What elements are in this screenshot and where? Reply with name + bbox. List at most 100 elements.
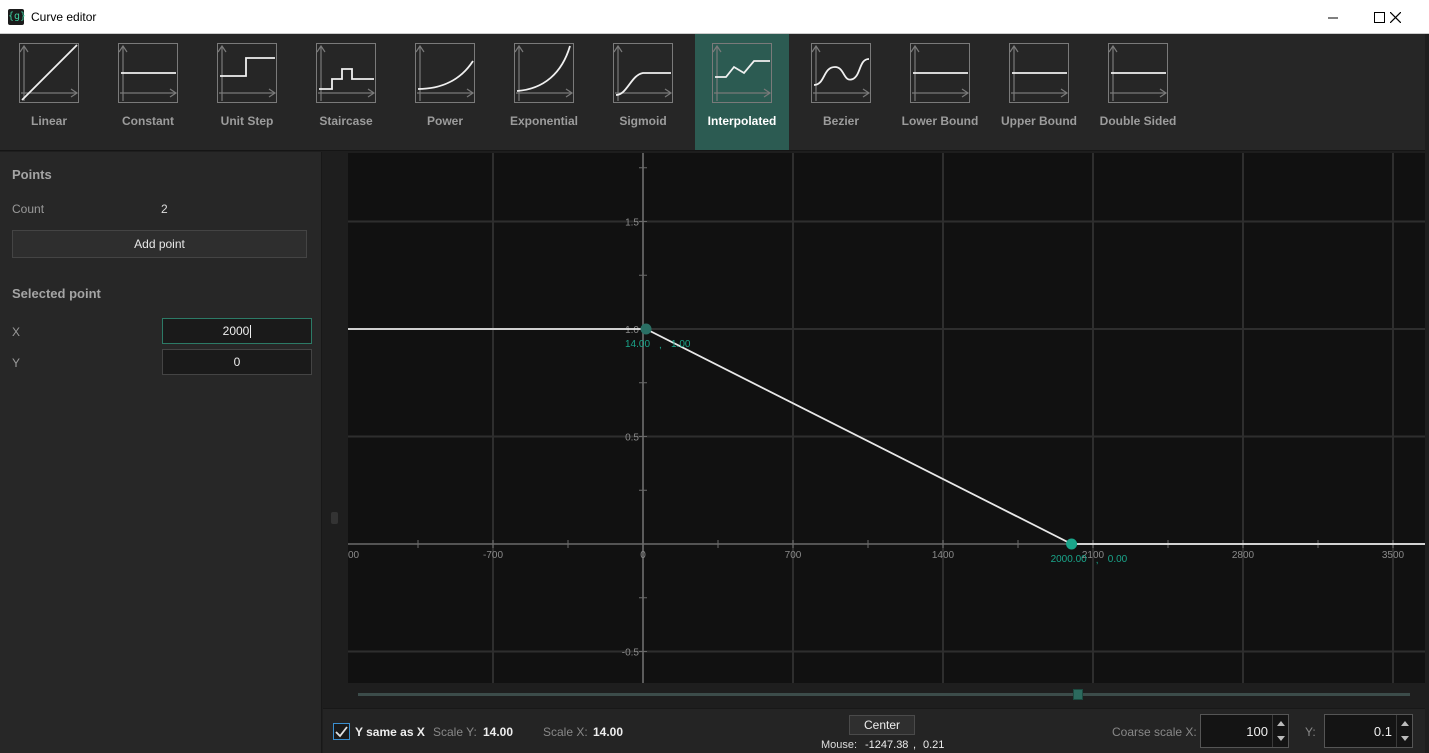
scale-y-value: 14.00 bbox=[483, 725, 514, 739]
tool-label: Linear bbox=[30, 114, 67, 128]
curve-point[interactable] bbox=[1066, 538, 1078, 550]
mouse-label: Mouse: bbox=[821, 739, 858, 751]
vertical-scrollbar[interactable] bbox=[330, 160, 338, 680]
tool-label: Exponential bbox=[509, 114, 578, 128]
tool-label: Unit Step bbox=[220, 114, 274, 128]
x-tick-label: 2800 bbox=[1232, 550, 1255, 561]
lower-bound-curve-icon bbox=[910, 43, 970, 103]
count-label: Count bbox=[12, 202, 45, 216]
x-input[interactable]: 2000 bbox=[162, 318, 312, 344]
x-tick-label: 00 bbox=[348, 550, 360, 561]
horizontal-scrollbar[interactable] bbox=[358, 689, 1410, 700]
tool-linear[interactable]: Linear bbox=[2, 34, 96, 150]
sigmoid-curve-icon bbox=[613, 43, 673, 103]
window-title: Curve editor bbox=[31, 10, 97, 24]
y-same-as-x-label[interactable]: Y same as X bbox=[355, 725, 425, 739]
exponential-curve-icon bbox=[514, 43, 574, 103]
curve-point-label-sep: , bbox=[1096, 555, 1099, 566]
curve-point-label-sep: , bbox=[659, 340, 662, 351]
tool-label: Power bbox=[426, 114, 463, 128]
app-icon: {g} bbox=[8, 9, 26, 25]
tool-label: Constant bbox=[122, 114, 174, 128]
minimize-icon bbox=[1328, 17, 1338, 19]
tool-label: Bezier bbox=[822, 114, 860, 128]
x-input-value: 2000 bbox=[222, 324, 250, 338]
add-point-button[interactable]: Add point bbox=[12, 230, 307, 258]
tool-bezier[interactable]: Bezier bbox=[794, 34, 888, 150]
interpolated-curve-icon bbox=[712, 43, 772, 103]
y-same-as-x-checkbox[interactable] bbox=[333, 723, 350, 740]
tool-staircase[interactable]: Staircase bbox=[299, 34, 393, 150]
tool-label: Lower Bound bbox=[901, 114, 979, 128]
bezier-curve-icon bbox=[811, 43, 871, 103]
power-curve-icon bbox=[415, 43, 475, 103]
close-icon bbox=[1390, 12, 1401, 23]
minimize-button[interactable] bbox=[1310, 0, 1356, 34]
x-tick-label: 3500 bbox=[1382, 550, 1405, 561]
unit-step-curve-icon bbox=[217, 43, 277, 103]
vertical-scroll-thumb[interactable] bbox=[331, 512, 338, 524]
curve-graph-canvas[interactable]: 00 -700 0 700 1400 2100 2800 35001.51.00.5-0.51… bbox=[348, 153, 1425, 683]
decrement-icon[interactable] bbox=[1401, 736, 1409, 741]
x-label: X bbox=[12, 325, 21, 339]
upper-bound-curve-icon bbox=[1009, 43, 1069, 103]
checkmark-icon bbox=[335, 726, 348, 738]
coarse-scale-y-label: Y: bbox=[1305, 725, 1316, 739]
tool-label: Upper Bound bbox=[1001, 114, 1077, 128]
tool-upper-bound[interactable]: Upper Bound bbox=[992, 34, 1086, 150]
x-tick-label: 700 bbox=[785, 550, 802, 561]
tool-unit-step[interactable]: Unit Step bbox=[200, 34, 294, 150]
tool-label: Staircase bbox=[319, 114, 373, 128]
increment-icon[interactable] bbox=[1277, 721, 1285, 726]
y-input-value: 0 bbox=[233, 355, 241, 369]
coarse-scale-y-input[interactable]: 0.1 bbox=[1324, 714, 1413, 748]
y-label: Y bbox=[12, 356, 21, 370]
tool-interpolated[interactable]: Interpolated bbox=[695, 34, 789, 150]
tool-power[interactable]: Power bbox=[398, 34, 492, 150]
decrement-icon[interactable] bbox=[1277, 736, 1285, 741]
points-section-title: Points bbox=[12, 167, 52, 182]
y-tick-label: 1.0 bbox=[625, 325, 639, 336]
curve-point-label-y: 1.00 bbox=[671, 339, 691, 350]
tool-double-sided[interactable]: Double Sided bbox=[1091, 34, 1185, 150]
y-input[interactable]: 0 bbox=[162, 349, 312, 375]
increment-icon[interactable] bbox=[1401, 721, 1409, 726]
curve-point[interactable] bbox=[640, 323, 652, 335]
x-tick-label: 0 bbox=[640, 550, 646, 561]
tool-constant[interactable]: Constant bbox=[101, 34, 195, 150]
y-tick-label: 0.5 bbox=[625, 433, 639, 444]
properties-panel: Points Count 2 Add point Selected point … bbox=[0, 152, 322, 753]
curve-graph[interactable]: 00 -700 0 700 1400 2100 2800 3500 1.5 1.0 0.5 -0.5 1… bbox=[348, 153, 1425, 683]
curve-point-label-y: 0.00 bbox=[1108, 554, 1128, 565]
close-button[interactable] bbox=[1374, 0, 1420, 34]
count-value: 2 bbox=[161, 202, 168, 216]
title-bar: {g} Curve editor bbox=[0, 0, 1429, 34]
tool-exponential[interactable]: Exponential bbox=[497, 34, 591, 150]
tool-label: Sigmoid bbox=[619, 114, 667, 128]
y-tick-label: 1.5 bbox=[625, 218, 639, 229]
mouse-separator: , bbox=[913, 739, 917, 751]
y-tick-label: -0.5 bbox=[622, 648, 640, 659]
horizontal-scroll-track[interactable] bbox=[358, 693, 1410, 696]
coarse-scale-y-value: 0.1 bbox=[1373, 724, 1392, 739]
constant-curve-icon bbox=[118, 43, 178, 103]
mouse-x: -1247.38 bbox=[865, 739, 909, 751]
selected-point-section-title: Selected point bbox=[12, 286, 101, 301]
tool-sigmoid[interactable]: Sigmoid bbox=[596, 34, 690, 150]
coarse-scale-x-input[interactable]: 100 bbox=[1200, 714, 1289, 748]
tool-lower-bound[interactable]: Lower Bound bbox=[893, 34, 987, 150]
horizontal-scroll-thumb[interactable] bbox=[1073, 689, 1083, 700]
curve-point-label-x: 14.00 bbox=[625, 339, 650, 350]
x-tick-label: 1400 bbox=[932, 550, 955, 561]
staircase-curve-icon bbox=[316, 43, 376, 103]
linear-curve-icon bbox=[19, 43, 79, 103]
tool-label: Interpolated bbox=[707, 114, 777, 128]
scale-x-value: 14.00 bbox=[593, 725, 624, 739]
scale-y-label: Scale Y: bbox=[433, 725, 477, 739]
center-button[interactable]: Center bbox=[849, 715, 915, 735]
curve-point-label-x: 2000.00 bbox=[1051, 554, 1088, 565]
mouse-y: 0.21 bbox=[923, 739, 945, 751]
coarse-scale-x-label: Coarse scale X: bbox=[1112, 725, 1197, 739]
tool-label: Double Sided bbox=[1099, 114, 1177, 128]
x-tick-label: -700 bbox=[483, 550, 503, 561]
